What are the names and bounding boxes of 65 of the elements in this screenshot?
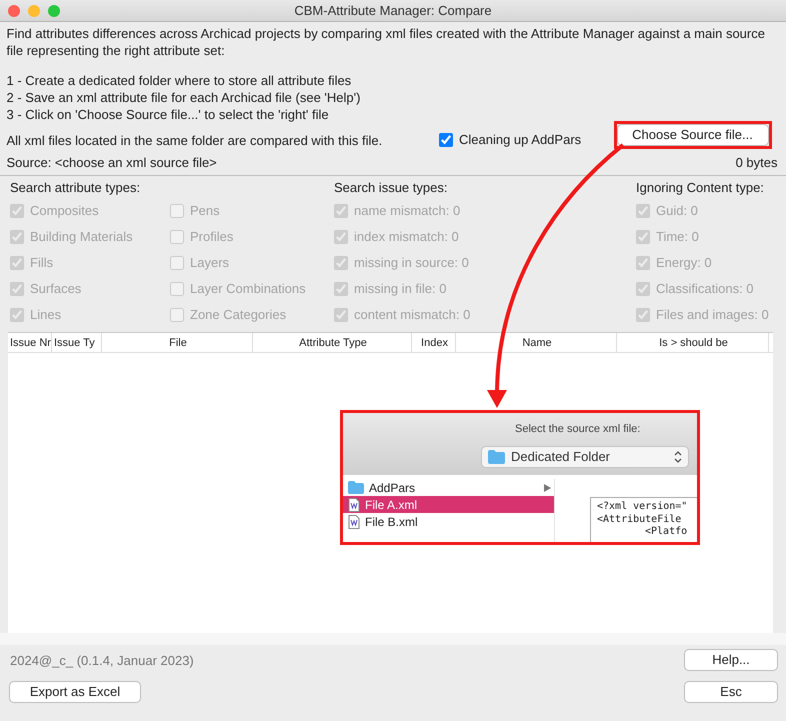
document-icon <box>348 498 360 512</box>
window-title: CBM-Attribute Manager: Compare <box>294 3 492 18</box>
window-control-icon[interactable] <box>48 5 60 17</box>
group-title: Ignoring Content type: <box>636 179 765 198</box>
checkbox-label: Pens <box>190 202 220 220</box>
file-list-item[interactable]: File B.xml <box>343 513 554 530</box>
folder-icon <box>488 450 505 464</box>
expand-arrow-icon <box>544 484 551 492</box>
checkbox-label: Profiles <box>190 228 234 246</box>
help-button[interactable]: Help... <box>684 649 778 672</box>
choose-source-button[interactable]: Choose Source file... <box>616 124 768 146</box>
column-header[interactable]: Index <box>412 333 456 352</box>
checkbox-label: name mismatch: 0 <box>354 202 460 220</box>
checkbox-label: content mismatch: 0 <box>354 306 470 324</box>
code-line: <?xml version=" <box>597 501 688 514</box>
checkbox-label: Cleaning up AddPars <box>459 130 582 149</box>
file-name: File A.xml <box>365 496 418 514</box>
group-title: Search issue types: <box>334 179 448 198</box>
checkbox-label: Guid: 0 <box>656 202 698 220</box>
window-control-icon[interactable] <box>28 5 40 17</box>
column-header[interactable]: Attribute Type <box>253 333 412 352</box>
column-header[interactable]: Is > should be <box>617 333 769 352</box>
column-header[interactable]: File <box>102 333 253 352</box>
checkbox-label: Zone Categories <box>190 306 286 324</box>
checkbox-label: Composites <box>30 202 99 220</box>
column-header[interactable]: Name <box>456 333 617 352</box>
checkbox-label: Energy: 0 <box>656 254 712 272</box>
document-icon <box>348 514 360 528</box>
step-text: 3 - Click on 'Choose Source file...' to select the 'right' file <box>6 106 330 124</box>
step-text: 2 - Save an xml attribute file for each Archicad file (see 'Help') <box>6 89 362 106</box>
checkbox-label: Files and images: 0 <box>656 306 769 324</box>
checkbox[interactable] <box>438 132 452 146</box>
checkbox-label: missing in source: 0 <box>354 254 469 272</box>
prompt-text: Select the source xml file: <box>515 422 640 437</box>
export-button[interactable]: Export as Excel <box>9 681 141 704</box>
checkbox-label: index mismatch: 0 <box>354 228 459 246</box>
chevron-icon <box>674 451 682 463</box>
file-name: AddPars <box>369 480 416 496</box>
checkbox-label: Classifications: 0 <box>656 280 754 298</box>
file-size: 0 bytes <box>736 154 778 172</box>
checkbox-label: Surfaces <box>30 280 82 298</box>
step-text: 1 - Create a dedicated folder where to store all attribute files <box>6 72 352 90</box>
checkbox-label: Lines <box>30 306 62 324</box>
checkbox-label: missing in file: 0 <box>354 280 446 298</box>
column-header[interactable]: Issue Nr <box>8 333 52 352</box>
checkbox-label: Time: 0 <box>656 228 699 246</box>
source-label: Source: <choose an xml source file> <box>6 154 217 172</box>
file-list-item[interactable]: AddPars <box>343 479 554 496</box>
checkbox-label: Fills <box>30 254 54 272</box>
group-title: Search attribute types: <box>10 179 142 198</box>
file-list-item[interactable]: File A.xml <box>343 496 554 513</box>
note-text: All xml files located in the same folder are compared with this file. <box>6 132 384 150</box>
code-line: <Platfo <box>644 526 688 538</box>
folder-icon <box>348 481 364 494</box>
window-control-icon[interactable] <box>8 5 20 17</box>
version-text: 2024@_c_ (0.1.4, Januar 2023) <box>10 652 194 670</box>
folder-dropdown[interactable]: Dedicated Folder <box>481 446 689 468</box>
checkbox-label: Building Materials <box>30 228 133 246</box>
checkbox-label: Layer Combinations <box>190 280 306 298</box>
checkbox-label: Layers <box>190 254 230 272</box>
code-line: <AttributeFile <box>597 514 682 526</box>
esc-button[interactable]: Esc <box>684 681 778 704</box>
column-header[interactable]: Issue Ty <box>52 333 102 352</box>
file-name: File B.xml <box>365 514 419 530</box>
description-text: Find attributes differences across Archicad projects by comparing xml files created with the Attribute Manager against a main source file representing the right attribute set: <box>6 25 766 60</box>
